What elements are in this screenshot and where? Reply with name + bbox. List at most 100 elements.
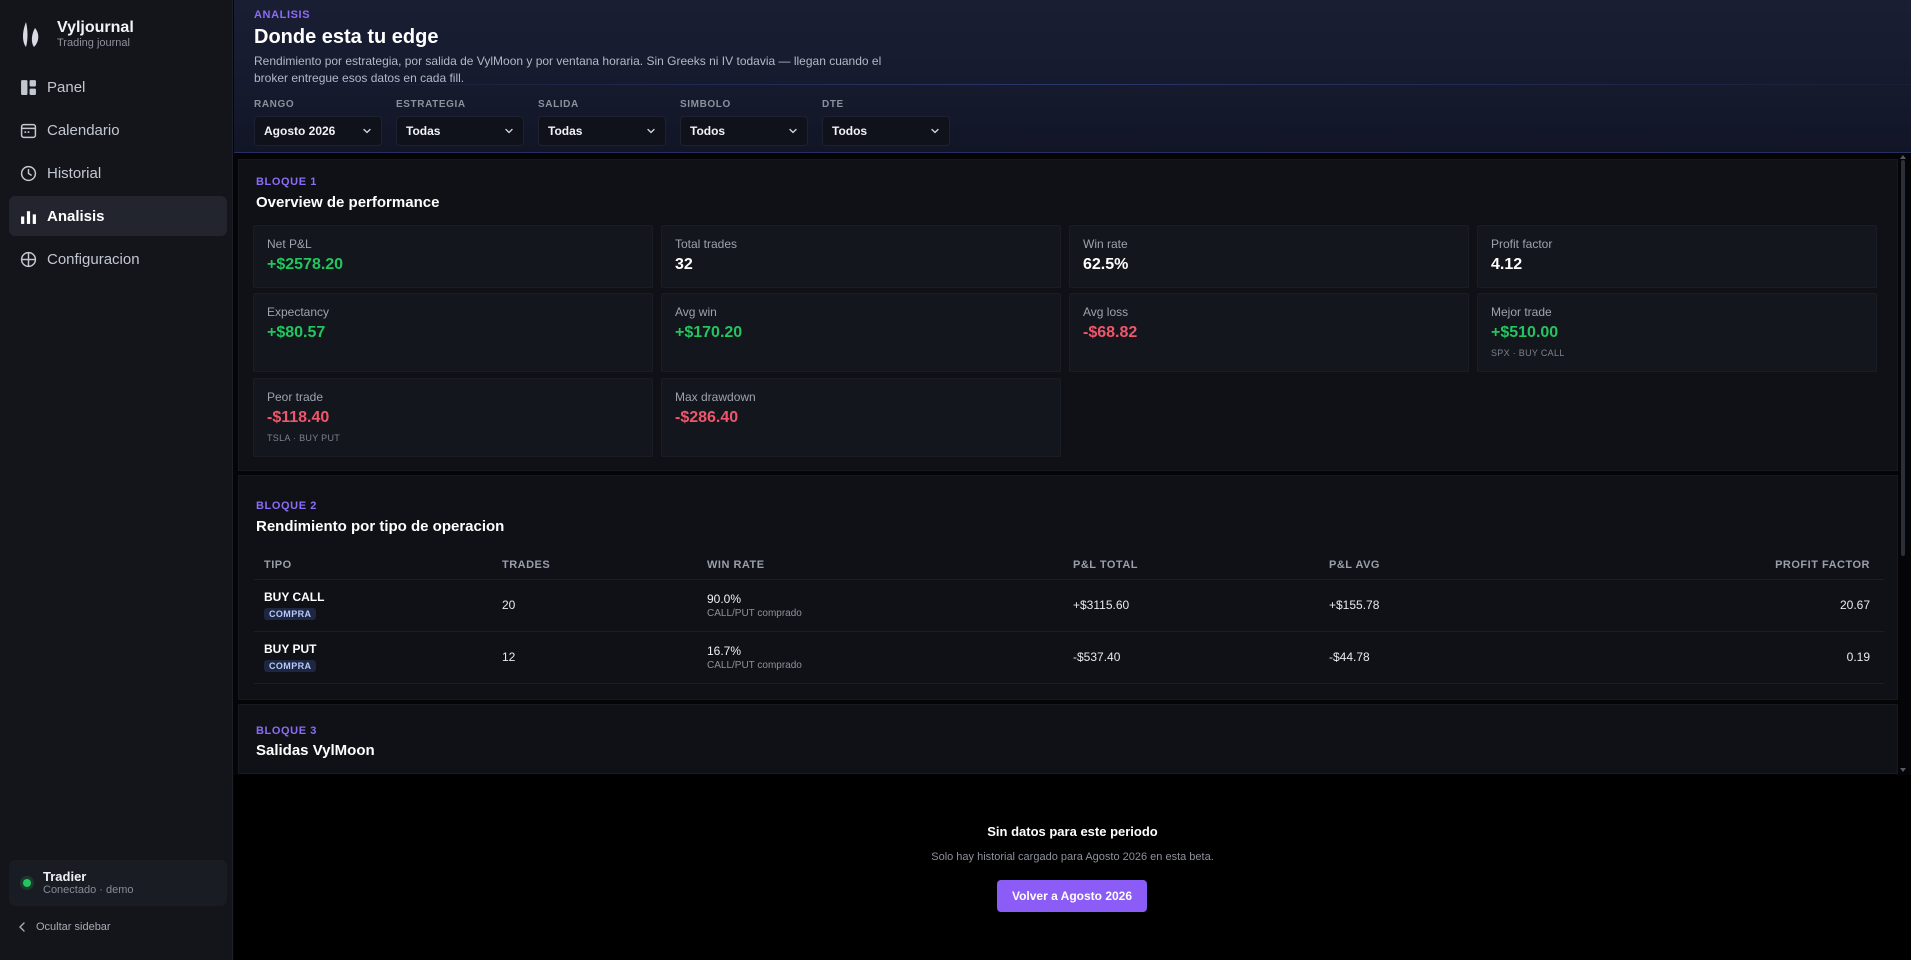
trades-cell: 20	[492, 579, 697, 632]
analysis-content[interactable]: BLOQUE 1 Overview de performance Net P&L…	[238, 153, 1898, 775]
column-header[interactable]: TRADES	[492, 551, 697, 580]
pl-total-cell: +$3115.60	[1063, 579, 1319, 632]
kpi-value: +$510.00	[1491, 324, 1559, 341]
sidebar-item-analisis[interactable]: Analisis	[9, 196, 227, 236]
win-rate-value: 90.0%	[707, 591, 742, 606]
hide-sidebar-button[interactable]: Ocultar sidebar	[16, 921, 111, 933]
sidebar-item-configuracion[interactable]: Configuracion	[9, 239, 227, 279]
page-header: ANALISIS Donde esta tu edge Rendimiento …	[234, 0, 1911, 153]
kpi-value: +$80.57	[267, 324, 326, 341]
calendar-icon	[20, 122, 37, 139]
select-value: Todas	[406, 124, 441, 138]
tipo-badge: COMPRA	[264, 608, 317, 620]
column-header[interactable]: P&L TOTAL	[1063, 551, 1319, 580]
kpi-expectancy: Expectancy +$80.57	[253, 293, 653, 372]
select-value: Todas	[548, 124, 583, 138]
tipo-cell: BUY PUT COMPRA	[254, 631, 492, 684]
filter-label: RANGO	[254, 99, 295, 110]
brand[interactable]: Vyljournal Trading journal	[20, 18, 134, 50]
page-eyebrow: ANALISIS	[254, 9, 311, 21]
scroll-down-arrow-icon[interactable]	[1900, 768, 1906, 772]
table-row[interactable]: BUY CALL COMPRA 20 90.0% CALL/PUT compra…	[254, 579, 1884, 632]
sidebar-nav: Panel Calendario Historial Analisis Conf…	[9, 67, 227, 282]
filter-bar: RANGO Agosto 2026 ESTRATEGIA Todas SALID…	[254, 99, 964, 146]
column-header[interactable]: PROFIT FACTOR	[1619, 551, 1884, 580]
sidebar: Vyljournal Trading journal Panel Calenda…	[0, 0, 233, 960]
kpi-label: Avg win	[675, 305, 717, 319]
table-header-row: TIPO TRADES WIN RATE P&L TOTAL P&L AVG P…	[254, 551, 1884, 580]
operation-type-table: TIPO TRADES WIN RATE P&L TOTAL P&L AVG P…	[254, 551, 1884, 684]
pl-total-cell: -$537.40	[1063, 631, 1319, 684]
kpi-label: Total trades	[675, 237, 738, 251]
broker-connection[interactable]: Tradier Conectado · demo	[9, 860, 227, 906]
performance-overview-block: BLOQUE 1 Overview de performance Net P&L…	[238, 159, 1898, 471]
rango-select[interactable]: Agosto 2026	[254, 116, 382, 146]
kpi-label: Profit factor	[1491, 237, 1553, 251]
sidebar-item-calendario[interactable]: Calendario	[9, 110, 227, 150]
back-to-period-button[interactable]: Volver a Agosto 2026	[997, 880, 1147, 912]
kpi-value: +$2578.20	[267, 256, 344, 273]
kpi-value: -$118.40	[267, 409, 330, 426]
chevron-down-icon	[789, 128, 797, 134]
kpi-note: TSLA · BUY PUT	[267, 433, 341, 443]
empty-state: Sin datos para este periodo Solo hay his…	[234, 775, 1911, 960]
simbolo-select[interactable]: Todos	[680, 116, 808, 146]
hide-sidebar-label: Ocultar sidebar	[36, 921, 111, 933]
kpi-value: +$170.20	[675, 324, 743, 341]
kpi-label: Avg loss	[1083, 305, 1129, 319]
status-dot-icon	[23, 879, 31, 887]
filter-dte: DTE Todos	[822, 99, 950, 146]
kpi-label: Win rate	[1083, 237, 1128, 251]
kpi-label: Max drawdown	[675, 390, 756, 404]
operation-type-block: BLOQUE 2 Rendimiento por tipo de operaci…	[238, 475, 1898, 700]
sidebar-item-label: Analisis	[47, 207, 105, 225]
chevron-down-icon	[647, 128, 655, 134]
filter-label: ESTRATEGIA	[396, 99, 466, 110]
column-header[interactable]: P&L AVG	[1319, 551, 1619, 580]
kpi-profit-factor: Profit factor 4.12	[1477, 225, 1877, 288]
sidebar-item-label: Panel	[47, 78, 86, 96]
kpi-mejor-trade: Mejor trade +$510.00 SPX · BUY CALL	[1477, 293, 1877, 372]
content-scrollbar[interactable]	[1901, 160, 1905, 556]
tipo-badge: COMPRA	[264, 660, 317, 672]
bar-chart-icon	[20, 208, 37, 225]
scroll-up-arrow-icon[interactable]	[1900, 155, 1906, 159]
sidebar-item-label: Configuracion	[47, 250, 140, 268]
kpi-value: 32	[675, 256, 693, 273]
sidebar-item-panel[interactable]: Panel	[9, 67, 227, 107]
win-rate-cell: 16.7% CALL/PUT comprado	[697, 631, 1063, 684]
block-title: Overview de performance	[256, 194, 440, 211]
empty-state-subtitle: Solo hay historial cargado para Agosto 2…	[931, 851, 1214, 863]
trades-cell: 12	[492, 631, 697, 684]
page-description: Rendimiento por estrategia, por salida d…	[254, 54, 882, 85]
kpi-value: -$286.40	[675, 409, 739, 426]
kpi-max-drawdown: Max drawdown -$286.40	[661, 378, 1061, 457]
app-tagline: Trading journal	[57, 36, 130, 49]
main-area: ANALISIS Donde esta tu edge Rendimiento …	[234, 0, 1911, 960]
filter-rango: RANGO Agosto 2026	[254, 99, 382, 146]
sidebar-item-label: Historial	[47, 164, 102, 182]
crosshair-icon	[20, 251, 37, 268]
sidebar-item-historial[interactable]: Historial	[9, 153, 227, 193]
empty-state-title: Sin datos para este periodo	[987, 824, 1158, 839]
win-rate-cell: 90.0% CALL/PUT comprado	[697, 579, 1063, 632]
column-header[interactable]: TIPO	[254, 551, 492, 580]
tipo-name: BUY CALL	[264, 590, 325, 604]
dte-select[interactable]: Todos	[822, 116, 950, 146]
block-tag: BLOQUE 3	[256, 725, 318, 737]
kpi-net-pl: Net P&L +$2578.20	[253, 225, 653, 288]
block-title: Salidas VylMoon	[256, 742, 375, 759]
vylmoon-exits-block: BLOQUE 3 Salidas VylMoon	[238, 704, 1898, 774]
table-row[interactable]: BUY PUT COMPRA 12 16.7% CALL/PUT comprad…	[254, 631, 1884, 684]
salida-select[interactable]: Todas	[538, 116, 666, 146]
filter-simbolo: SIMBOLO Todos	[680, 99, 808, 146]
estrategia-select[interactable]: Todas	[396, 116, 524, 146]
sidebar-item-label: Calendario	[47, 121, 120, 139]
column-header[interactable]: WIN RATE	[697, 551, 1063, 580]
kpi-note: SPX · BUY CALL	[1491, 348, 1565, 358]
kpi-label: Mejor trade	[1491, 305, 1552, 319]
tipo-name: BUY PUT	[264, 642, 317, 656]
page-title: Donde esta tu edge	[254, 26, 439, 48]
chevron-down-icon	[931, 128, 939, 134]
kpi-avg-loss: Avg loss -$68.82	[1069, 293, 1469, 372]
